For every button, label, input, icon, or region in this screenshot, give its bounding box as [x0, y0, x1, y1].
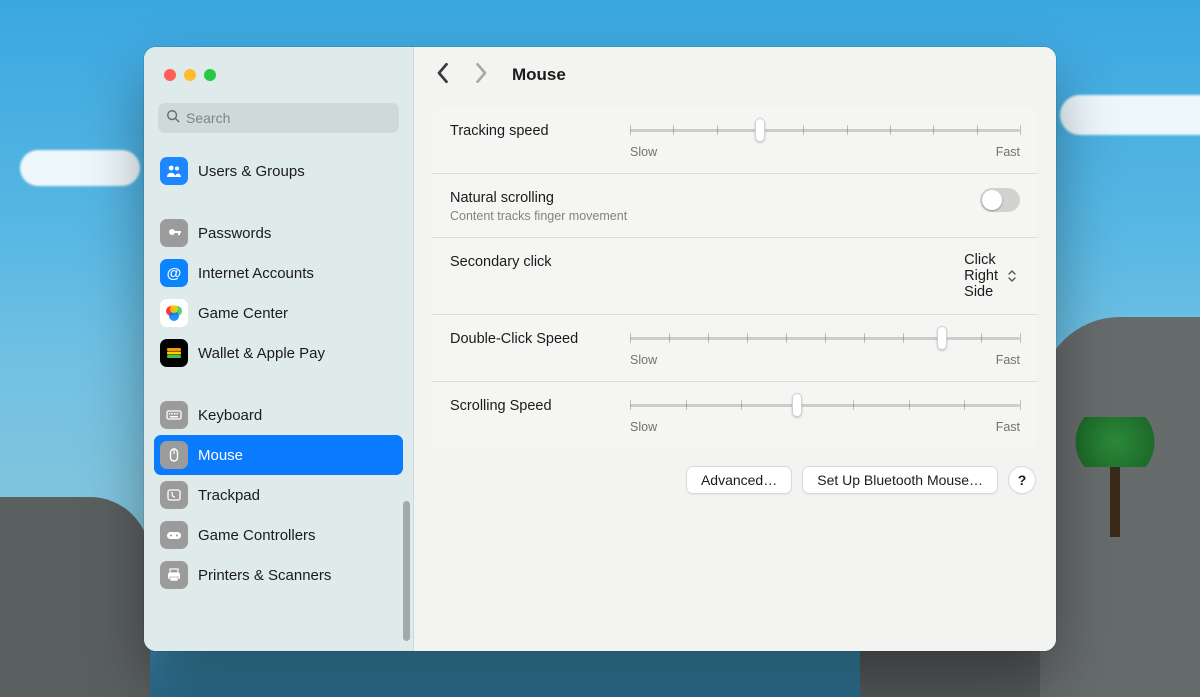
secondary-click-row: Secondary click Click Right Side [432, 238, 1038, 315]
sidebar-item-trackpad[interactable]: Trackpad [154, 475, 403, 515]
slider-max-label: Fast [996, 353, 1020, 367]
sidebar-item-label: Game Controllers [198, 527, 316, 544]
wallet-icon [160, 339, 188, 367]
tracking-speed-label: Tracking speed [450, 121, 610, 139]
tracking-speed-row: Tracking speed Slow Fast [432, 107, 1038, 174]
nav-back-button[interactable] [434, 63, 454, 87]
slider-max-label: Fast [996, 145, 1020, 159]
natural-scrolling-row: Natural scrolling Content tracks finger … [432, 174, 1038, 238]
sidebar-item-passwords[interactable]: Passwords [154, 213, 403, 253]
background-rock [1040, 317, 1200, 697]
sidebar-list: Users & Groups Passwords @ Internet Acco… [144, 143, 413, 651]
sidebar-item-game-center[interactable]: Game Center [154, 293, 403, 333]
sidebar-item-printers[interactable]: Printers & Scanners [154, 555, 403, 595]
at-icon: @ [160, 259, 188, 287]
slider-max-label: Fast [996, 420, 1020, 434]
scrolling-speed-slider[interactable] [630, 396, 1020, 414]
tracking-speed-slider[interactable] [630, 121, 1020, 139]
sidebar-scrollbar[interactable] [403, 501, 410, 641]
natural-scrolling-sublabel: Content tracks finger movement [450, 209, 960, 223]
system-settings-window: Users & Groups Passwords @ Internet Acco… [144, 47, 1056, 651]
sidebar-item-label: Game Center [198, 305, 288, 322]
sidebar-item-internet-accounts[interactable]: @ Internet Accounts [154, 253, 403, 293]
sidebar-item-label: Users & Groups [198, 163, 305, 180]
natural-scrolling-label: Natural scrolling [450, 190, 554, 206]
slider-min-label: Slow [630, 420, 657, 434]
sidebar: Users & Groups Passwords @ Internet Acco… [144, 47, 414, 651]
sidebar-item-mouse[interactable]: Mouse [154, 435, 403, 475]
sidebar-item-label: Trackpad [198, 487, 260, 504]
sidebar-item-label: Wallet & Apple Pay [198, 345, 325, 362]
users-icon [160, 157, 188, 185]
minimize-window-button[interactable] [184, 69, 196, 81]
gamecenter-icon [160, 299, 188, 327]
background-cloud [1060, 95, 1200, 135]
secondary-click-value: Click Right Side [964, 252, 998, 300]
background-cloud [20, 150, 140, 186]
setup-bluetooth-mouse-button[interactable]: Set Up Bluetooth Mouse… [802, 466, 998, 494]
slider-min-label: Slow [630, 145, 657, 159]
secondary-click-label: Secondary click [450, 252, 944, 270]
footer-buttons: Advanced… Set Up Bluetooth Mouse… ? [414, 448, 1056, 494]
settings-card: Tracking speed Slow Fast Natural scrolli… [432, 107, 1038, 448]
natural-scrolling-toggle[interactable] [980, 188, 1020, 212]
double-click-speed-row: Double-Click Speed Slow Fast [432, 315, 1038, 382]
sidebar-item-game-controllers[interactable]: Game Controllers [154, 515, 403, 555]
sidebar-item-label: Printers & Scanners [198, 567, 331, 584]
nav-forward-button[interactable] [470, 63, 490, 87]
close-window-button[interactable] [164, 69, 176, 81]
double-click-speed-label: Double-Click Speed [450, 329, 610, 347]
main-pane: Mouse Tracking speed Slow Fast [414, 47, 1056, 651]
trackpad-icon [160, 481, 188, 509]
sidebar-item-users-groups[interactable]: Users & Groups [154, 151, 403, 191]
zoom-window-button[interactable] [204, 69, 216, 81]
search-icon [166, 109, 180, 128]
help-button[interactable]: ? [1008, 466, 1036, 494]
double-click-speed-slider[interactable] [630, 329, 1020, 347]
scrolling-speed-row: Scrolling Speed Slow Fast [432, 382, 1038, 448]
sidebar-item-keyboard[interactable]: Keyboard [154, 395, 403, 435]
mouse-icon [160, 441, 188, 469]
scrolling-speed-label: Scrolling Speed [450, 396, 610, 414]
sidebar-item-label: Mouse [198, 447, 243, 464]
main-header: Mouse [414, 47, 1056, 103]
search-field[interactable] [158, 103, 399, 133]
sidebar-item-label: Internet Accounts [198, 265, 314, 282]
slider-min-label: Slow [630, 353, 657, 367]
key-icon [160, 219, 188, 247]
search-input[interactable] [186, 110, 391, 126]
sidebar-item-label: Passwords [198, 225, 271, 242]
background-palm [1110, 437, 1120, 537]
controller-icon [160, 521, 188, 549]
sidebar-item-wallet[interactable]: Wallet & Apple Pay [154, 333, 403, 373]
page-title: Mouse [512, 65, 566, 85]
chevron-up-down-icon [1004, 266, 1020, 286]
advanced-button[interactable]: Advanced… [686, 466, 792, 494]
window-controls [144, 47, 413, 103]
background-rock [0, 497, 150, 697]
secondary-click-select[interactable]: Click Right Side [964, 252, 1020, 300]
keyboard-icon [160, 401, 188, 429]
printer-icon [160, 561, 188, 589]
sidebar-item-label: Keyboard [198, 407, 262, 424]
